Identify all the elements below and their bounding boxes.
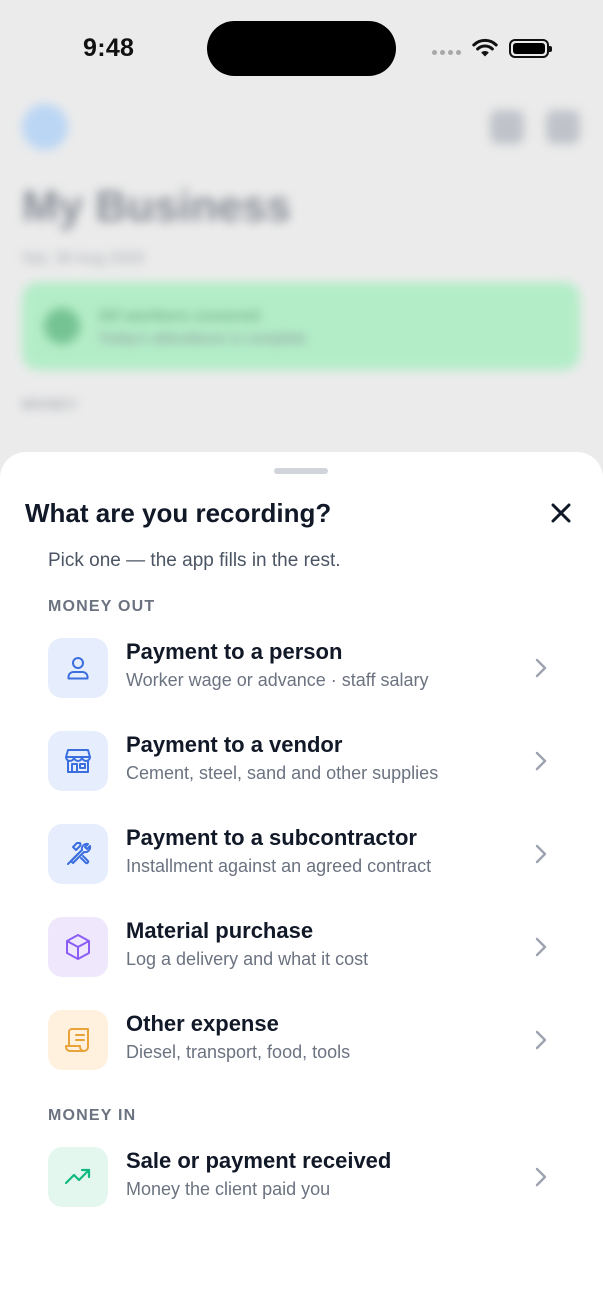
option-desc: Money the client paid you (126, 1179, 331, 1199)
option-desc: Worker wage or advance · staff salary (126, 670, 429, 690)
status-time: 9:48 (83, 34, 135, 62)
sheet-grabber[interactable] (274, 468, 328, 474)
option-desc: Cement, steel, sand and other supplies (126, 763, 439, 783)
box-icon (66, 934, 90, 960)
banner-desc: Today's attendance is complete (98, 330, 307, 347)
status-bar: 9:48 (0, 0, 603, 96)
background-screen: My Business Sat, 30 Aug 2025 All workers… (0, 96, 603, 476)
section-label-money-out: MONEY OUT (48, 598, 156, 615)
option-title: Payment to a person (126, 639, 343, 664)
option-payment-to-subcontractor[interactable]: Payment to a subcontractor Installment a… (30, 813, 573, 895)
person-icon (67, 657, 89, 680)
option-other-expense[interactable]: Other expense Diesel, transport, food, t… (30, 999, 573, 1081)
banner-title: All workers covered (98, 306, 260, 325)
sheet-subtitle: Pick one — the app fills in the rest. (48, 550, 341, 571)
document-icon (546, 110, 580, 144)
option-title: Material purchase (126, 918, 314, 943)
trending-up-icon (64, 1168, 91, 1185)
dynamic-island (207, 21, 396, 76)
cellular-signal-icon (432, 50, 461, 55)
option-title: Payment to a subcontractor (126, 825, 417, 850)
page-title: My Business (22, 182, 291, 231)
close-icon (551, 503, 571, 523)
chevron-right-icon (535, 658, 547, 678)
option-payment-to-person[interactable]: Payment to a person Worker wage or advan… (30, 627, 573, 709)
option-sale-or-payment-received[interactable]: Sale or payment received Money the clien… (30, 1136, 573, 1218)
avatar (22, 104, 68, 150)
option-desc: Diesel, transport, food, tools (126, 1042, 351, 1062)
wifi-icon (472, 38, 498, 57)
chevron-right-icon (535, 751, 547, 771)
receipt-icon (65, 1028, 89, 1052)
option-title: Other expense (126, 1011, 279, 1036)
notification-icon (490, 110, 524, 144)
close-button[interactable] (540, 492, 582, 534)
chevron-right-icon (535, 1030, 547, 1050)
option-title: Payment to a vendor (126, 732, 343, 757)
status-dot-icon (44, 308, 80, 344)
chevron-right-icon (535, 1167, 547, 1187)
option-desc: Installment against an agreed contract (126, 856, 432, 876)
chevron-right-icon (535, 937, 547, 957)
store-icon (65, 749, 91, 773)
option-desc: Log a delivery and what it cost (126, 949, 369, 969)
option-title: Sale or payment received (126, 1148, 392, 1173)
section-label: MONEY (22, 396, 79, 412)
option-material-purchase[interactable]: Material purchase Log a delivery and wha… (30, 906, 573, 988)
record-type-sheet: What are you recording? Pick one — the a… (0, 452, 603, 1311)
status-banner: All workers covered Today's attendance i… (22, 282, 580, 370)
sheet-title: What are you recording? (25, 498, 332, 528)
option-payment-to-vendor[interactable]: Payment to a vendor Cement, steel, sand … (30, 720, 573, 802)
tools-icon (67, 842, 92, 865)
chevron-right-icon (535, 844, 547, 864)
page-date: Sat, 30 Aug 2025 (22, 250, 145, 267)
battery-icon (509, 39, 552, 58)
section-label-money-in: MONEY IN (48, 1107, 137, 1124)
